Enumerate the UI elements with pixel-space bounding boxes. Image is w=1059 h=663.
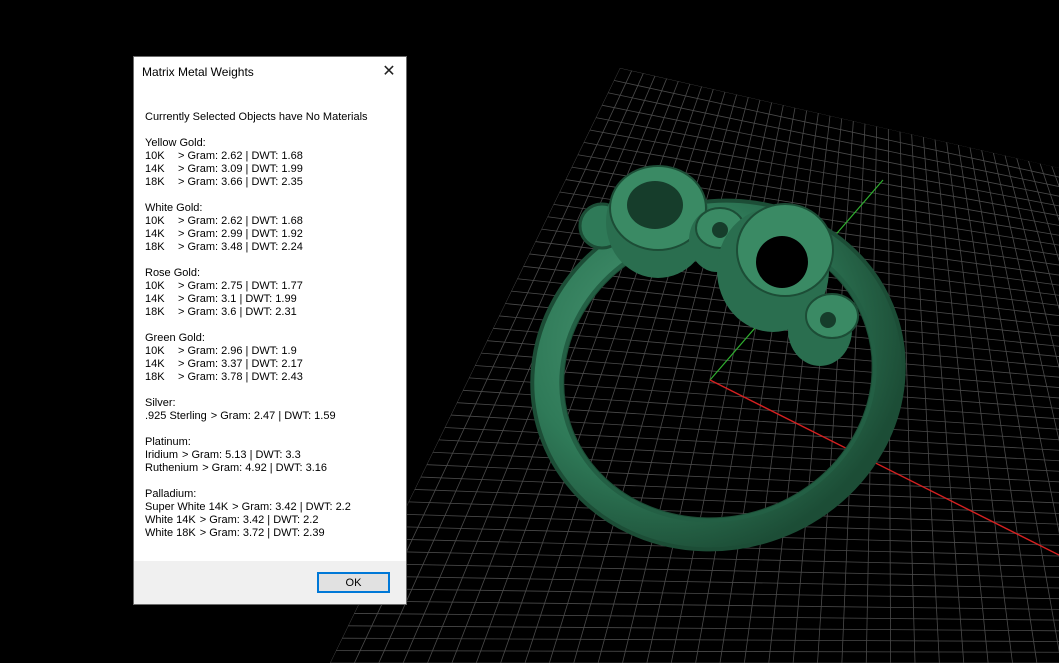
- metal-group: White Gold: 10K > Gram: 2.62 | DWT: 1.68 14…: [145, 202, 403, 254]
- weight-value: > Gram: 2.99 | DWT: 1.92: [178, 228, 303, 240]
- weight-value: > Gram: 2.62 | DWT: 1.68: [178, 150, 303, 162]
- weight-value: > Gram: 3.6 | DWT: 2.31: [178, 306, 297, 318]
- karat-label: 14K: [145, 163, 165, 175]
- weight-row: 18K > Gram: 3.66 | DWT: 2.35: [145, 176, 403, 189]
- dialog-body: Currently Selected Objects have No Mater…: [145, 111, 403, 553]
- weight-value: > Gram: 2.47 | DWT: 1.59: [210, 410, 336, 422]
- karat-label: 10K: [145, 345, 165, 357]
- karat-label: White 18K: [145, 527, 196, 539]
- metal-group: Yellow Gold: 10K > Gram: 2.62 | DWT: 1.68 1…: [145, 137, 403, 189]
- weight-row: 14K > Gram: 3.09 | DWT: 1.99: [145, 163, 403, 176]
- grid-line: [348, 625, 1059, 635]
- grid-line: [360, 600, 1059, 615]
- weight-value: > Gram: 4.92 | DWT: 3.16: [202, 462, 328, 474]
- weight-row: Super White 14K > Gram: 3.42 | DWT: 2.2: [145, 501, 403, 514]
- metal-group: Silver: .925 Sterling > Gram: 2.47 | DWT: …: [145, 397, 403, 423]
- karat-label: 18K: [145, 306, 165, 318]
- karat-label: 18K: [145, 371, 165, 383]
- metal-group: Platinum: Iridium > Gram: 5.13 | DWT: 3.3 R…: [145, 436, 403, 475]
- karat-label: 18K: [145, 241, 165, 253]
- karat-label: Iridium: [145, 449, 179, 461]
- weight-row: 14K > Gram: 3.1 | DWT: 1.99: [145, 293, 403, 306]
- weight-value: > Gram: 2.62 | DWT: 1.68: [178, 215, 303, 227]
- karat-label: 10K: [145, 280, 165, 292]
- metal-group-title: Rose Gold:: [145, 267, 201, 279]
- weight-value: > Gram: 3.09 | DWT: 1.99: [178, 163, 303, 175]
- grid-line: [384, 551, 1059, 576]
- karat-label: 10K: [145, 150, 165, 162]
- weight-row: 18K > Gram: 3.48 | DWT: 2.24: [145, 241, 403, 254]
- close-icon[interactable]: ✕: [378, 61, 400, 81]
- weight-value: > Gram: 3.48 | DWT: 2.24: [178, 241, 303, 253]
- metal-weights-dialog: Matrix Metal Weights ✕ Currently Selecte…: [134, 57, 406, 604]
- metal-groups: Yellow Gold: 10K > Gram: 2.62 | DWT: 1.68 1…: [145, 137, 403, 540]
- metal-group-title: Green Gold:: [145, 332, 205, 344]
- weight-row: 14K > Gram: 3.37 | DWT: 2.17: [145, 358, 403, 371]
- karat-label: Ruthenium: [145, 462, 199, 474]
- ok-button[interactable]: OK: [317, 572, 390, 593]
- grid-line: [372, 575, 1059, 596]
- weight-value: > Gram: 3.66 | DWT: 2.35: [178, 176, 303, 188]
- metal-group: Palladium: Super White 14K > Gram: 3.42 | …: [145, 488, 403, 540]
- metal-group-title: White Gold:: [145, 202, 203, 214]
- dialog-footer: OK: [134, 561, 406, 604]
- karat-label: 14K: [145, 293, 165, 305]
- weight-row: 14K > Gram: 2.99 | DWT: 1.92: [145, 228, 403, 241]
- grid-line: [354, 613, 1059, 625]
- metal-group-title: Silver:: [145, 397, 176, 409]
- weight-row: 10K > Gram: 2.75 | DWT: 1.77: [145, 280, 403, 293]
- weight-row: Iridium > Gram: 5.13 | DWT: 3.3: [145, 449, 403, 462]
- karat-label: 14K: [145, 358, 165, 370]
- weight-value: > Gram: 3.1 | DWT: 1.99: [178, 293, 297, 305]
- weight-value: > Gram: 2.75 | DWT: 1.77: [178, 280, 303, 292]
- dialog-heading: Currently Selected Objects have No Mater…: [145, 111, 368, 123]
- metal-group-title: Palladium:: [145, 488, 197, 500]
- weight-value: > Gram: 2.96 | DWT: 1.9: [178, 345, 297, 357]
- weight-row: .925 Sterling > Gram: 2.47 | DWT: 1.59: [145, 410, 403, 423]
- weight-row: 10K > Gram: 2.62 | DWT: 1.68: [145, 215, 403, 228]
- weight-row: White 18K > Gram: 3.72 | DWT: 2.39: [145, 527, 403, 540]
- metal-group: Rose Gold: 10K > Gram: 2.75 | DWT: 1.77 14K…: [145, 267, 403, 319]
- weight-value: > Gram: 3.78 | DWT: 2.43: [178, 371, 303, 383]
- weight-value: > Gram: 3.42 | DWT: 2.2: [199, 514, 319, 526]
- weight-row: 18K > Gram: 3.6 | DWT: 2.31: [145, 306, 403, 319]
- weight-row: 10K > Gram: 2.62 | DWT: 1.68: [145, 150, 403, 163]
- weight-row: 10K > Gram: 2.96 | DWT: 1.9: [145, 345, 403, 358]
- weight-value: > Gram: 5.13 | DWT: 3.3: [182, 449, 301, 461]
- dialog-title: Matrix Metal Weights: [142, 65, 254, 79]
- weight-value: > Gram: 3.72 | DWT: 2.39: [199, 527, 325, 539]
- karat-label: 14K: [145, 228, 165, 240]
- grid-line: [342, 637, 1059, 644]
- perspective-grid: [330, 68, 1059, 663]
- weight-row: 18K > Gram: 3.78 | DWT: 2.43: [145, 371, 403, 384]
- weight-value: > Gram: 3.37 | DWT: 2.17: [178, 358, 303, 370]
- metal-group: Green Gold: 10K > Gram: 2.96 | DWT: 1.9 14K…: [145, 332, 403, 384]
- metal-group-title: Yellow Gold:: [145, 137, 206, 149]
- karat-label: .925 Sterling: [145, 410, 207, 422]
- grid-line: [426, 464, 1059, 508]
- metal-group-title: Platinum:: [145, 436, 191, 448]
- karat-label: White 14K: [145, 514, 196, 526]
- weight-row: White 14K > Gram: 3.42 | DWT: 2.2: [145, 514, 403, 527]
- karat-label: 10K: [145, 215, 165, 227]
- karat-label: 18K: [145, 176, 165, 188]
- weight-row: Ruthenium > Gram: 4.92 | DWT: 3.16: [145, 462, 403, 475]
- weight-value: > Gram: 3.42 | DWT: 2.2: [232, 501, 351, 513]
- karat-label: Super White 14K: [145, 501, 229, 513]
